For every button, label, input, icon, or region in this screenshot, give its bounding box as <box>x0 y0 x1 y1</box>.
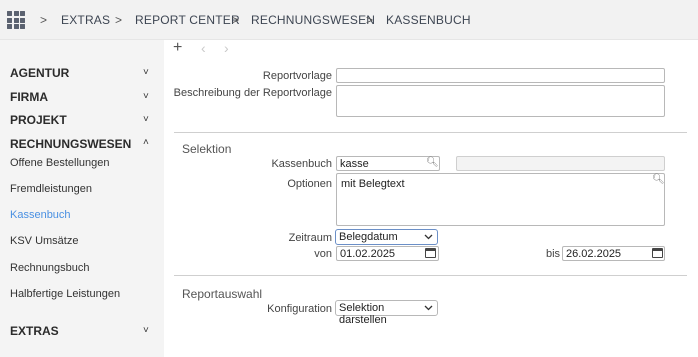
bis-label: bis <box>546 248 561 260</box>
breadcrumb-report-center[interactable]: REPORT CENTER <box>135 13 240 27</box>
breadcrumb-kassenbuch: KASSENBUCH <box>386 13 471 27</box>
chevron-down-icon[interactable]: ˅ <box>143 114 149 125</box>
sidebar-item-ksv-umsaetze[interactable]: KSV Umsätze <box>10 235 78 247</box>
breadcrumb-extras[interactable]: EXTRAS <box>61 13 110 27</box>
search-icon[interactable]: 🔍︎ <box>426 157 439 168</box>
kassenbuch-value: kasse <box>340 158 369 170</box>
chevron-down-icon[interactable]: ˅ <box>143 325 149 336</box>
top-bar: > EXTRAS > REPORT CENTER > RECHNUNGSWESE… <box>0 0 698 40</box>
divider <box>174 132 687 133</box>
apps-grid-icon[interactable] <box>7 11 25 29</box>
chevron-up-icon[interactable]: ˄ <box>143 137 149 148</box>
bis-date-input[interactable]: 26.02.2025 <box>562 246 665 261</box>
breadcrumb-separator: > <box>232 13 240 27</box>
sidebar-section-extras[interactable]: EXTRAS <box>10 324 59 338</box>
previous-icon[interactable]: ‹ <box>201 40 206 56</box>
reportvorlage-label: Reportvorlage <box>262 70 332 82</box>
sidebar-section-firma[interactable]: FIRMA <box>10 90 48 104</box>
von-value: 01.02.2025 <box>340 248 396 260</box>
sidebar-item-rechnungsbuch[interactable]: Rechnungsbuch <box>10 262 90 274</box>
kassenbuch-label: Kassenbuch <box>271 158 332 170</box>
kassenbuch-description-field <box>456 156 665 171</box>
next-icon[interactable]: › <box>224 40 229 56</box>
calendar-icon[interactable] <box>652 248 663 258</box>
sidebar: AGENTUR ˅ FIRMA ˅ PROJEKT ˅ RECHNUNGSWES… <box>0 40 164 357</box>
sidebar-section-projekt[interactable]: PROJEKT <box>10 113 67 127</box>
sidebar-item-kassenbuch[interactable]: Kassenbuch <box>10 209 71 221</box>
chevron-down-icon[interactable]: ˅ <box>143 67 149 78</box>
breadcrumb-separator: > <box>115 13 123 27</box>
sidebar-section-agentur[interactable]: AGENTUR <box>10 66 69 80</box>
konfiguration-label: Konfiguration <box>267 303 332 315</box>
kassenbuch-input[interactable]: kasse <box>336 156 440 171</box>
chevron-down-icon <box>424 305 433 311</box>
chevron-down-icon <box>424 234 433 240</box>
reportauswahl-section-title: Reportauswahl <box>182 287 263 301</box>
von-date-input[interactable]: 01.02.2025 <box>336 246 439 261</box>
sidebar-item-fremdleistungen[interactable]: Fremdleistungen <box>10 183 92 195</box>
search-icon[interactable]: 🔍︎ <box>652 174 665 185</box>
divider <box>174 275 687 276</box>
sidebar-section-rechnungswesen[interactable]: RECHNUNGSWESEN <box>10 137 131 151</box>
bis-value: 26.02.2025 <box>566 248 622 260</box>
optionen-label: Optionen <box>287 178 332 190</box>
zeitraum-value: Belegdatum <box>339 231 398 243</box>
chevron-down-icon[interactable]: ˅ <box>143 91 149 102</box>
von-label: von <box>314 248 332 260</box>
zeitraum-label: Zeitraum <box>288 232 332 244</box>
add-icon[interactable]: + <box>173 39 182 57</box>
beschreibung-label: Beschreibung der Reportvorlage <box>173 87 332 99</box>
breadcrumb-separator: > <box>366 13 374 27</box>
zeitraum-select[interactable]: Belegdatum <box>335 229 438 245</box>
optionen-field[interactable]: mit Belegtext <box>336 173 665 226</box>
sidebar-item-offene-bestellungen[interactable]: Offene Bestellungen <box>10 157 109 169</box>
reportvorlage-input[interactable] <box>336 68 665 83</box>
breadcrumb-rechnungswesen[interactable]: RECHNUNGSWESEN <box>251 13 375 27</box>
konfiguration-value: Selektion darstellen <box>339 302 387 326</box>
selektion-section-title: Selektion <box>182 142 232 156</box>
beschreibung-textarea[interactable] <box>336 85 665 117</box>
konfiguration-select[interactable]: Selektion darstellen <box>335 300 438 326</box>
optionen-value: mit Belegtext <box>341 178 405 190</box>
calendar-icon[interactable] <box>425 248 436 258</box>
sidebar-item-halbfertige-leistungen[interactable]: Halbfertige Leistungen <box>10 288 120 300</box>
breadcrumb-separator: > <box>40 13 48 27</box>
